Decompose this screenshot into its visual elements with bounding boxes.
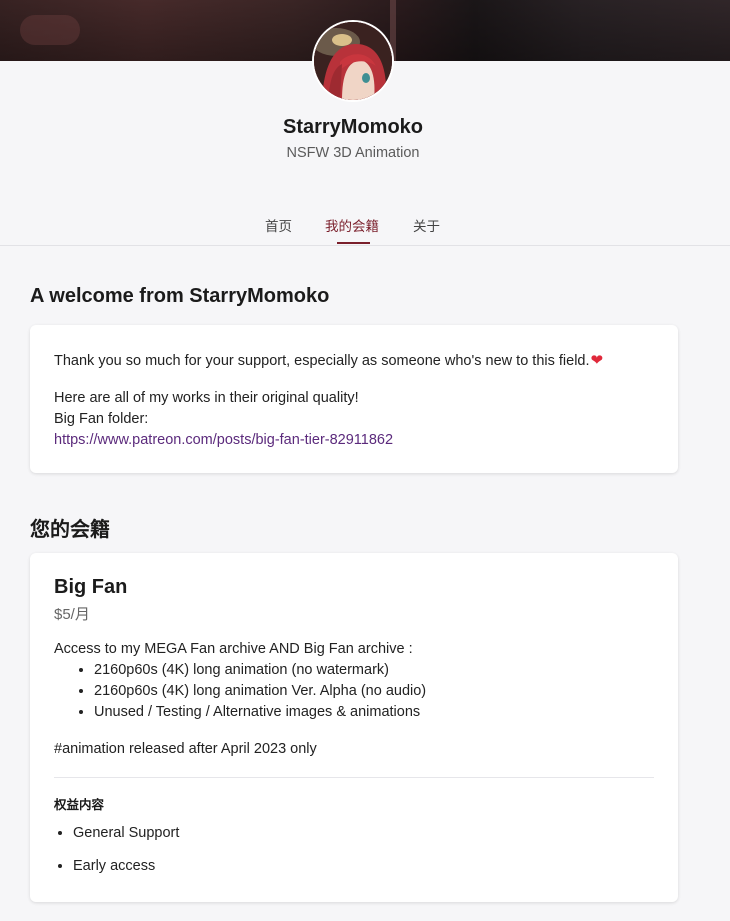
welcome-message: Thank you so much for your support, espe… bbox=[54, 350, 654, 451]
big-fan-folder-link[interactable]: https://www.patreon.com/posts/big-fan-ti… bbox=[54, 432, 393, 448]
tab-home[interactable]: 首页 bbox=[265, 215, 292, 235]
profile-nav: 首页 我的会籍 关于 bbox=[0, 205, 730, 246]
avatar-image bbox=[314, 22, 392, 100]
welcome-title: A welcome from StarryMomoko bbox=[30, 285, 330, 307]
divider bbox=[54, 777, 654, 778]
welcome-link-row: https://www.patreon.com/posts/big-fan-ti… bbox=[54, 430, 654, 451]
list-item: 2160p60s (4K) long animation (no waterma… bbox=[94, 660, 654, 681]
welcome-line-text: Thank you so much for your support, espe… bbox=[54, 353, 590, 369]
tier-name: Big Fan bbox=[54, 576, 128, 598]
tier-perks-list: 2160p60s (4K) long animation (no waterma… bbox=[54, 660, 654, 723]
creator-name: StarryMomoko bbox=[282, 116, 424, 138]
benefits-list: General Support Early access bbox=[54, 823, 673, 889]
welcome-line: Big Fan folder: bbox=[54, 411, 149, 427]
tab-about[interactable]: 关于 bbox=[413, 215, 440, 235]
banner-highlight bbox=[20, 15, 80, 45]
tier-card: Big Fan $5/月 Access to my MEGA Fan archi… bbox=[30, 553, 678, 902]
tier-note: #animation released after April 2023 onl… bbox=[54, 741, 317, 757]
list-item: Unused / Testing / Alternative images & … bbox=[94, 702, 654, 723]
list-item: 2160p60s (4K) long animation Ver. Alpha … bbox=[94, 681, 654, 702]
list-item: Early access bbox=[73, 856, 673, 877]
welcome-line: Thank you so much for your support, espe… bbox=[54, 350, 654, 372]
heart-icon: ❤ bbox=[590, 352, 604, 369]
active-tab-indicator bbox=[337, 242, 370, 244]
welcome-line: Here are all of my works in their origin… bbox=[54, 390, 359, 406]
welcome-card: Thank you so much for your support, espe… bbox=[30, 325, 678, 473]
benefits-title: 权益内容 bbox=[54, 798, 105, 812]
creator-tagline: NSFW 3D Animation bbox=[286, 145, 420, 161]
tier-description: Access to my MEGA Fan archive AND Big Fa… bbox=[54, 639, 654, 760]
avatar[interactable] bbox=[314, 22, 392, 100]
list-item: General Support bbox=[73, 823, 673, 844]
tab-my-membership[interactable]: 我的会籍 bbox=[325, 215, 379, 235]
tier-price: $5/月 bbox=[54, 606, 90, 623]
membership-title: 您的会籍 bbox=[30, 519, 110, 541]
tier-intro: Access to my MEGA Fan archive AND Big Fa… bbox=[54, 641, 413, 657]
